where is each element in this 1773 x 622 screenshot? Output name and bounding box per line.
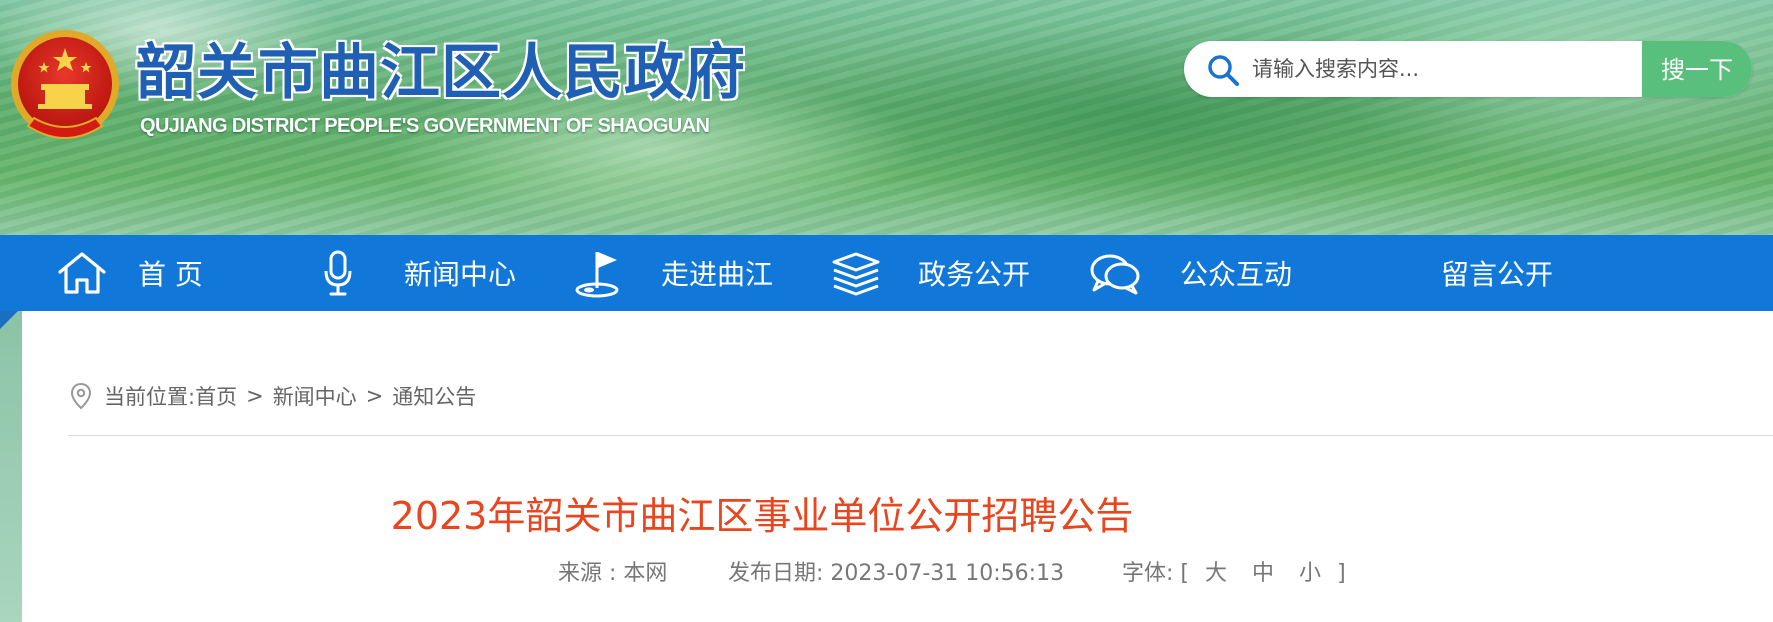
- nav-item-public-interaction[interactable]: 公众互动: [1088, 235, 1292, 311]
- nav-item-home[interactable]: 首 页: [56, 235, 236, 311]
- breadcrumb-item-home[interactable]: 首页: [195, 381, 237, 411]
- nav-label-public-interaction: 公众互动: [1180, 258, 1293, 291]
- location-pin-icon: [70, 382, 92, 410]
- nav-label-message-board: 留言公开: [1441, 258, 1554, 291]
- article-title: 2023年韶关市曲江区事业单位公开招聘公告: [390, 494, 1134, 538]
- breadcrumb-item-news[interactable]: 新闻中心: [273, 381, 357, 411]
- flag-icon: [575, 252, 619, 298]
- header-banner: 韶关市曲江区人民政府 QUJIANG DISTRICT PEOPLE'S GOV…: [0, 0, 1773, 235]
- font-size-medium-button[interactable]: 中: [1252, 561, 1274, 586]
- breadcrumb: 当前位置: 首页 > 新闻中心 > 通知公告: [70, 381, 476, 411]
- breadcrumb-divider: [68, 435, 1773, 436]
- layers-icon: [832, 252, 880, 296]
- nav-item-message-board[interactable]: 留言公开: [1441, 235, 1621, 311]
- search-box: 搜一下: [1184, 41, 1752, 97]
- microphone-icon: [324, 250, 352, 296]
- font-size-close-bracket: ]: [1337, 561, 1346, 586]
- side-decoration: [0, 311, 22, 622]
- font-size-small-button[interactable]: 小: [1299, 561, 1321, 586]
- article-source: 来源 : 本网: [558, 561, 668, 586]
- main-content: 当前位置: 首页 > 新闻中心 > 通知公告 2023年韶关市曲江区事业单位公开…: [22, 311, 1773, 622]
- article-date-value: 2023-07-31 10:56:13: [830, 561, 1065, 586]
- breadcrumb-prefix: 当前位置:: [104, 385, 196, 409]
- search-icon: [1208, 55, 1239, 86]
- font-size-open-bracket: [: [1180, 561, 1190, 586]
- font-size-label: 字体:: [1122, 561, 1174, 586]
- breadcrumb-separator: >: [246, 384, 264, 408]
- search-input[interactable]: [1252, 41, 1652, 97]
- chat-bubbles-icon: [1090, 254, 1140, 295]
- nav-item-about-qujiang[interactable]: 走进曲江: [573, 235, 773, 311]
- article-date: 发布日期: 2023-07-31 10:56:13: [728, 559, 1064, 589]
- main-nav: 首 页 新闻中心 走进曲江 政务公开 公众互动 留言公开: [0, 235, 1773, 311]
- site-subtitle: QUJIANG DISTRICT PEOPLE'S GOVERNMENT OF …: [140, 115, 710, 137]
- nav-label-government-affairs: 政务公开: [918, 258, 1031, 291]
- nav-label-news: 新闻中心: [404, 258, 517, 291]
- corner-decoration: [0, 311, 18, 329]
- search-button[interactable]: 搜一下: [1642, 41, 1752, 97]
- national-emblem-icon: [11, 30, 119, 139]
- nav-item-news[interactable]: 新闻中心: [322, 235, 522, 311]
- font-size-controls: 字体: [ 大 中 小 ]: [1122, 559, 1346, 589]
- nav-item-government-affairs[interactable]: 政务公开: [830, 235, 1030, 311]
- article-date-label: 发布日期:: [728, 561, 824, 586]
- nav-label-about-qujiang: 走进曲江: [661, 258, 774, 291]
- breadcrumb-separator: >: [365, 384, 384, 408]
- site-title: 韶关市曲江区人民政府: [136, 38, 746, 108]
- font-size-large-button[interactable]: 大: [1205, 561, 1227, 586]
- nav-label-home: 首 页: [138, 258, 203, 291]
- home-icon: [58, 252, 106, 294]
- breadcrumb-item-notices[interactable]: 通知公告: [392, 381, 476, 411]
